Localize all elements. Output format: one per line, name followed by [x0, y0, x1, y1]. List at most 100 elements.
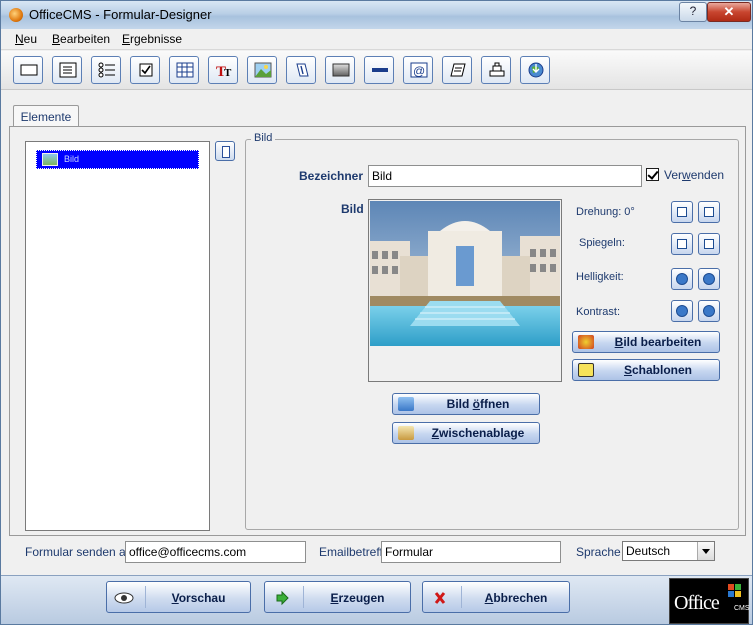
name-input[interactable]: Bild [368, 165, 642, 187]
preview-mnemonic: V [171, 591, 179, 605]
mirror-vertical-button[interactable] [671, 233, 693, 255]
use-label-mnemonic: w [682, 168, 691, 182]
mirror-horizontal-button[interactable] [698, 233, 720, 255]
rotate-left-button[interactable] [671, 201, 693, 223]
contrast-increase-button[interactable] [698, 300, 720, 322]
layers-icon [489, 62, 505, 77]
add-table-button[interactable] [169, 56, 199, 84]
brightness-increase-button[interactable] [698, 268, 720, 290]
element-properties-button[interactable] [215, 141, 235, 161]
rotate-right-button[interactable] [698, 201, 720, 223]
mirror-vertical-icon [677, 239, 687, 249]
checkbox-icon [139, 63, 153, 77]
brightness-label: Helligkeit: [576, 271, 624, 283]
list-item-label: Bild [64, 154, 80, 164]
logo-subtext: CMS [734, 605, 750, 612]
window-title: OfficeCMS - Formular-Designer [29, 7, 212, 22]
clipboard-button[interactable]: Zwischenablage [392, 422, 540, 444]
language-label: Sprache [576, 545, 621, 559]
add-attachment-button[interactable] [286, 56, 316, 84]
page-icon [450, 63, 466, 77]
close-button[interactable]: ✕ [707, 2, 751, 22]
clipboard-mnemonic: Z [431, 426, 439, 440]
clipboard-icon [398, 426, 414, 440]
add-page-button[interactable] [442, 56, 472, 84]
help-button[interactable]: ? [679, 2, 707, 22]
menu-neu-mnemonic: N [15, 32, 24, 46]
contrast-label: Kontrast: [576, 306, 621, 318]
button-separator [145, 586, 146, 608]
open-folder-icon [398, 397, 414, 411]
publish-button[interactable] [520, 56, 550, 84]
minus-icon [676, 273, 688, 285]
preview-button[interactable]: Vorschau [106, 581, 251, 613]
use-label-part: enden [690, 168, 725, 182]
tab-elemente[interactable]: Elemente [13, 105, 79, 127]
page-icon [222, 146, 230, 158]
image-icon [42, 153, 58, 166]
add-image-button[interactable] [247, 56, 277, 84]
add-textbox-button[interactable] [13, 56, 43, 84]
clipboard-button-label: Zwischenablage [421, 426, 535, 440]
button-separator [303, 586, 304, 608]
group-legend: Bild [251, 132, 276, 144]
preview-button-label: Vorschau [147, 591, 250, 605]
image-label: Bild [341, 202, 364, 216]
add-box-button[interactable] [325, 56, 355, 84]
subject-input[interactable]: Formular [381, 541, 561, 563]
subject-label: Emailbetreff [319, 545, 383, 559]
templates-text: chablonen [632, 363, 693, 377]
open-image-mnemonic: ö [472, 397, 480, 411]
eye-icon [114, 592, 134, 604]
button-separator [461, 586, 462, 608]
edit-image-button-label: Bild bearbeiten [601, 335, 715, 349]
plus-icon [703, 273, 715, 285]
image-preview-frame[interactable] [368, 199, 562, 382]
add-list-button[interactable] [91, 56, 121, 84]
cancel-button[interactable]: Abbrechen [422, 581, 570, 613]
list-item[interactable]: Bild [36, 150, 199, 169]
attachment-icon [296, 63, 309, 77]
menu-bar: Neu Bearbeiten Ergebnisse [1, 29, 752, 50]
edit-image-text: ild bearbeiten [623, 335, 702, 349]
open-image-button-label: Bild öffnen [421, 397, 535, 411]
title-text-icon: TT [216, 64, 232, 78]
add-title-button[interactable]: TT [208, 56, 238, 84]
use-checkbox-label: Verwenden [664, 168, 724, 182]
use-label-part: Ver [664, 168, 683, 182]
email-icon: @ [410, 62, 428, 78]
cancel-text: bbrechen [493, 591, 548, 605]
brightness-decrease-button[interactable] [671, 268, 693, 290]
logo-text: Office [674, 592, 720, 614]
send-to-input[interactable]: office@officecms.com [125, 541, 306, 563]
generate-button[interactable]: Erzeugen [264, 581, 411, 613]
title-bar[interactable]: OfficeCMS - Formular-Designer ? ✕ [1, 1, 752, 29]
menu-neu[interactable]: Neu [15, 32, 37, 46]
name-label: Bezeichner [299, 169, 364, 183]
open-image-button[interactable]: Bild öffnen [392, 393, 540, 415]
contrast-decrease-button[interactable] [671, 300, 693, 322]
preview-text: orschau [178, 591, 226, 605]
add-textarea-button[interactable] [52, 56, 82, 84]
open-image-text: ffnen [480, 397, 510, 411]
elements-list[interactable]: Bild [25, 141, 210, 531]
textbox-icon [20, 64, 38, 76]
edit-image-mnemonic: B [614, 335, 624, 349]
windows-flag-icon [728, 584, 741, 597]
add-email-button[interactable]: @ [403, 56, 433, 84]
menu-ergebnisse[interactable]: Ergebnisse [122, 32, 182, 46]
rotate-left-icon [677, 207, 687, 217]
officecms-logo: Office CMS [669, 578, 750, 624]
tab-strip: Elemente [9, 101, 746, 127]
language-select[interactable]: Deutsch [622, 541, 715, 561]
templates-button[interactable]: Schablonen [572, 359, 720, 381]
chevron-down-icon[interactable] [697, 542, 714, 560]
rotation-label: Drehung: 0° [576, 206, 635, 218]
menu-bearbeiten[interactable]: Bearbeiten [52, 32, 110, 46]
add-layers-button[interactable] [481, 56, 511, 84]
close-icon [434, 592, 446, 604]
edit-image-button[interactable]: Bild bearbeiten [572, 331, 720, 353]
add-checkbox-button[interactable] [130, 56, 160, 84]
add-separator-button[interactable] [364, 56, 394, 84]
use-checkbox[interactable] [646, 168, 659, 181]
